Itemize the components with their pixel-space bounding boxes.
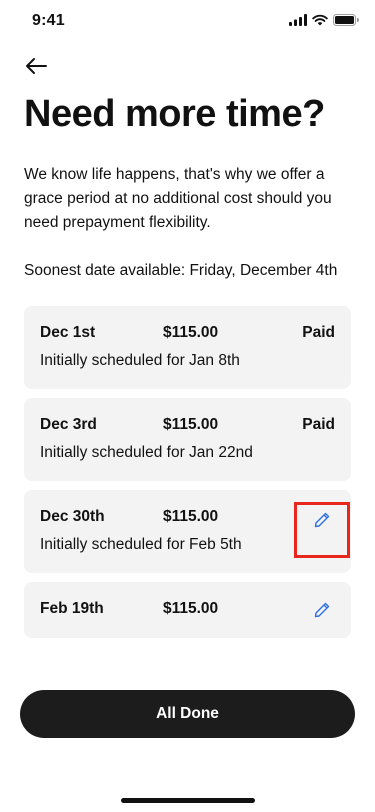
intro-text: We know life happens, that's why we offe…	[24, 166, 332, 231]
payment-status: Paid	[302, 416, 335, 433]
back-button[interactable]	[22, 54, 50, 78]
signal-icon	[289, 14, 307, 26]
payment-card: Dec 3rd $115.00 Paid Initially scheduled…	[24, 398, 351, 481]
edit-payment-button[interactable]	[311, 509, 333, 531]
payment-card-row: Dec 3rd $115.00 Paid	[40, 416, 335, 436]
payment-card: Feb 19th $115.00	[24, 582, 351, 638]
payment-note: Initially scheduled for Jan 22nd	[40, 444, 253, 461]
pencil-icon	[314, 602, 330, 618]
payment-note: Initially scheduled for Jan 8th	[40, 352, 240, 369]
edit-payment-button[interactable]	[311, 599, 333, 621]
home-indicator	[121, 798, 255, 803]
payment-date: Dec 30th	[40, 508, 105, 525]
battery-icon	[333, 14, 359, 26]
page-title: Need more time?	[24, 93, 325, 135]
all-done-button[interactable]: All Done	[20, 690, 355, 738]
payment-card-row: Feb 19th $115.00	[40, 600, 335, 620]
status-bar: 9:41	[0, 0, 375, 44]
payment-card-row: Dec 1st $115.00 Paid	[40, 324, 335, 344]
payment-date: Dec 3rd	[40, 416, 97, 433]
soonest-date-text: Soonest date available: Friday, December…	[24, 262, 338, 279]
status-icons	[289, 14, 359, 26]
payment-amount: $115.00	[163, 600, 219, 617]
payment-amount: $115.00	[163, 508, 219, 525]
payment-amount: $115.00	[163, 416, 219, 433]
payment-card: Dec 30th $115.00 Initially scheduled for…	[24, 490, 351, 573]
arrow-left-icon	[26, 58, 47, 74]
payment-card: Dec 1st $115.00 Paid Initially scheduled…	[24, 306, 351, 389]
payment-status: Paid	[302, 324, 335, 341]
pencil-icon	[314, 512, 330, 528]
payment-date: Dec 1st	[40, 324, 96, 341]
payment-amount: $115.00	[163, 324, 219, 341]
screen: 9:41 Need more time? We know life happen…	[0, 0, 375, 812]
status-time: 9:41	[32, 12, 65, 29]
payment-date: Feb 19th	[40, 600, 104, 617]
payment-card-row: Dec 30th $115.00	[40, 508, 335, 528]
wifi-icon	[312, 14, 328, 26]
payment-note: Initially scheduled for Feb 5th	[40, 536, 242, 553]
